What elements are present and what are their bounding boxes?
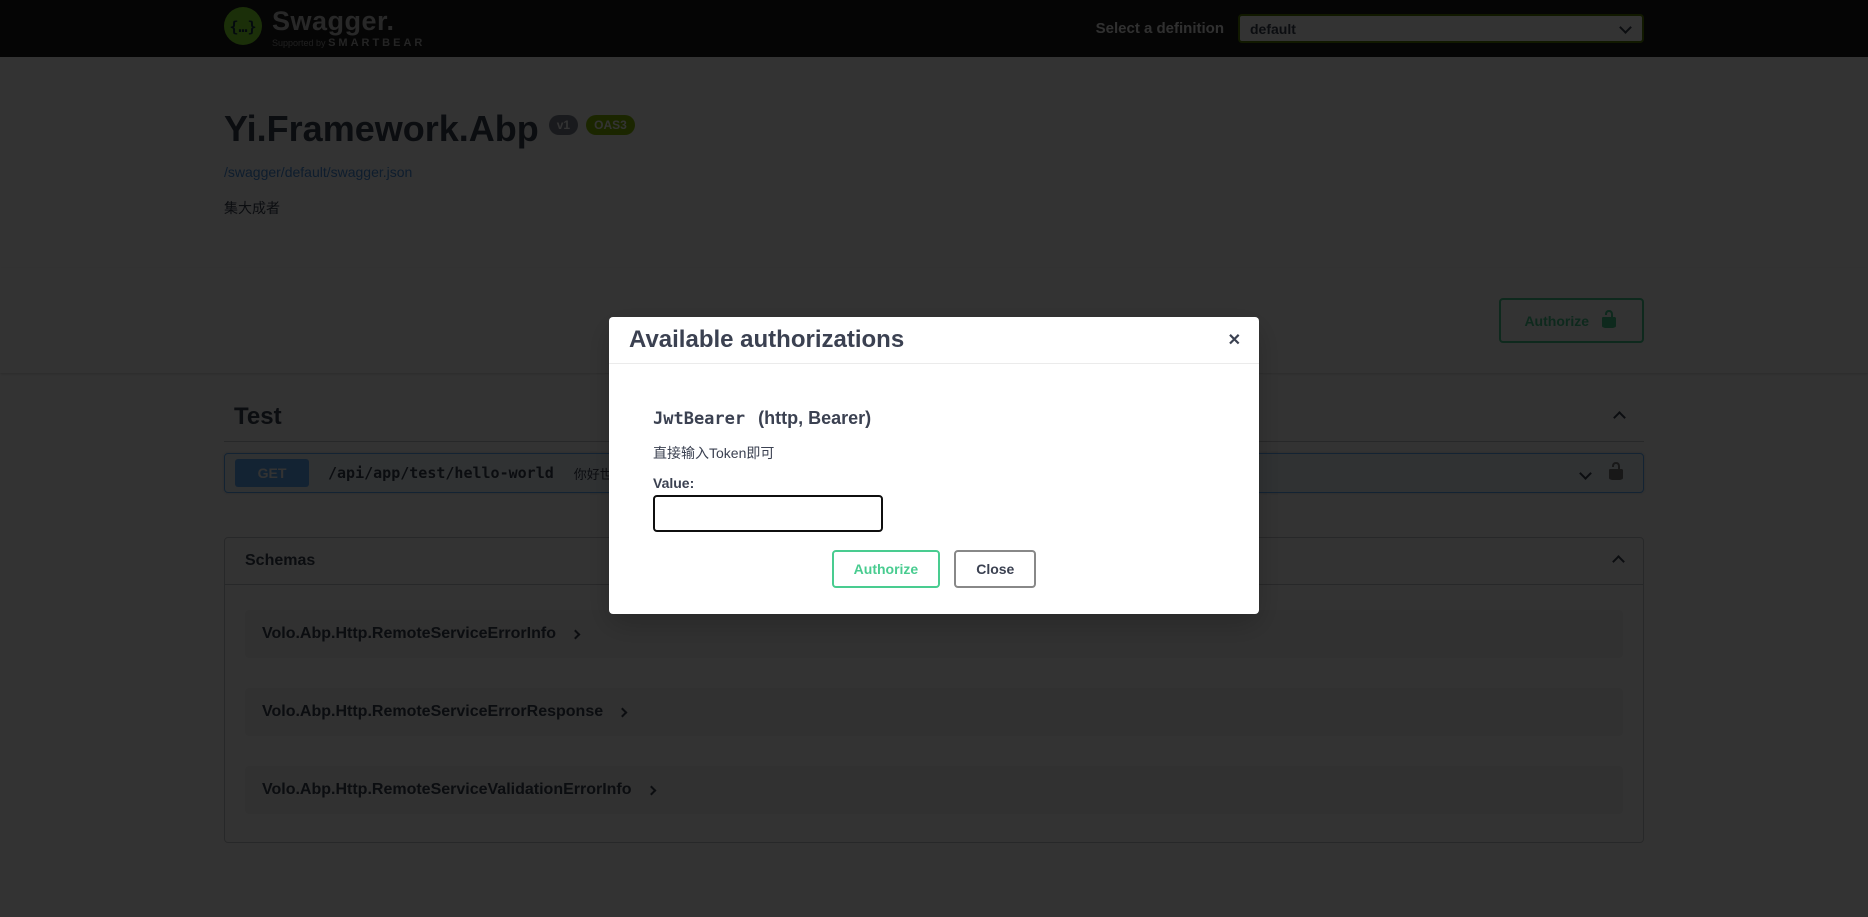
scheme-description: 直接输入Token即可	[653, 443, 1215, 463]
close-icon[interactable]: ✕	[1228, 330, 1241, 350]
modal-authorize-button[interactable]: Authorize	[832, 550, 941, 588]
modal-title: Available authorizations	[629, 326, 1239, 354]
auth-scheme-heading: JwtBearer (http, Bearer)	[653, 408, 1215, 429]
authorizations-modal: Available authorizations ✕ JwtBearer (ht…	[609, 317, 1259, 614]
scheme-type: (http, Bearer)	[758, 408, 871, 428]
value-label: Value:	[653, 475, 1215, 491]
token-input[interactable]	[653, 495, 883, 532]
scheme-name: JwtBearer	[653, 409, 745, 429]
modal-close-button[interactable]: Close	[954, 550, 1036, 588]
